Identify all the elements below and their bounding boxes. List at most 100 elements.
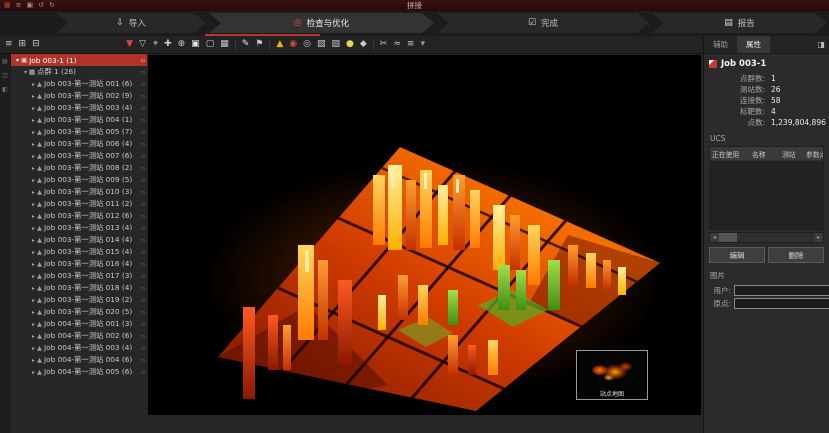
project-panel-icon[interactable]: ▤ (2, 58, 8, 65)
tree-row-visibility-icon[interactable]: ▫ (141, 369, 145, 376)
display-settings-icon[interactable]: ▢ (206, 40, 215, 49)
tree-item[interactable]: ▸ ▲ Job 003-第一测站 002 (9) ▫ (11, 90, 147, 102)
tree-row-visibility-icon[interactable]: ▫ (141, 309, 145, 316)
panel-layout-icon[interactable]: ◨ (817, 40, 829, 49)
tree-row-visibility-icon[interactable]: ▫ (141, 93, 145, 100)
workflow-tab[interactable]: ☑ 完成 (437, 13, 649, 33)
tree-row-visibility-icon[interactable]: ▫ (141, 57, 145, 64)
tree-item[interactable]: ▸ ▲ Job 003-第一测站 010 (3) ▫ (11, 186, 147, 198)
warning-marker-icon[interactable]: ▲ (276, 40, 283, 49)
tree-caret-icon[interactable]: ▸ (30, 81, 37, 88)
scrollbar-thumb[interactable] (719, 233, 737, 242)
tree-row-visibility-icon[interactable]: ▫ (141, 165, 145, 172)
tree-row-visibility-icon[interactable]: ▫ (141, 153, 145, 160)
tree-caret-icon[interactable]: ▸ (30, 297, 37, 304)
tree-caret-icon[interactable]: ▸ (30, 201, 37, 208)
tree-item[interactable]: ▸ ▲ Job 003-第一测站 005 (7) ▫ (11, 126, 147, 138)
tree-caret-icon[interactable]: ▸ (30, 309, 37, 316)
tree-caret-icon[interactable]: ▸ (30, 345, 37, 352)
tree-item[interactable]: ▾ ▣ Job 003-1 (1) ▫ (11, 54, 147, 66)
collapse-all-icon[interactable]: ⊟ (32, 40, 40, 49)
tree-caret-icon[interactable]: ▸ (30, 141, 37, 148)
views-panel-icon[interactable]: ◫ (2, 72, 8, 79)
tree-row-visibility-icon[interactable]: ▫ (141, 285, 145, 292)
tree-row-visibility-icon[interactable]: ▫ (141, 117, 145, 124)
tree-row-visibility-icon[interactable]: ▫ (141, 177, 145, 184)
tree-caret-icon[interactable]: ▸ (30, 333, 37, 340)
tree-item[interactable]: ▾ ▦ 点群 1 (26) ▫ (11, 66, 147, 78)
target-marker-icon[interactable]: ◉ (289, 40, 297, 49)
delete-button[interactable]: 删除 (768, 247, 824, 263)
workflow-tab[interactable]: ⇩ 导入 (56, 13, 206, 33)
tree-item[interactable]: ▸ ▲ Job 004-第一测站 001 (3) ▫ (11, 318, 147, 330)
tree-caret-icon[interactable]: ▸ (30, 93, 37, 100)
workflow-tab[interactable]: ▤ 报告 (652, 13, 827, 33)
tree-caret-icon[interactable]: ▸ (30, 321, 37, 328)
tree-item[interactable]: ▸ ▲ Job 003-第一测站 006 (4) ▫ (11, 138, 147, 150)
filter-icon[interactable]: ▽ (139, 40, 146, 49)
tree-caret-icon[interactable]: ▸ (30, 153, 37, 160)
tree-item[interactable]: ▸ ▲ Job 003-第一测站 011 (2) ▫ (11, 198, 147, 210)
main-viewport[interactable]: 站点地图 (148, 55, 701, 415)
toolbar-separator[interactable] (235, 40, 236, 50)
tree-item[interactable]: ▸ ▲ Job 003-第一测站 003 (4) ▫ (11, 102, 147, 114)
sphere-target-icon[interactable]: ◎ (303, 40, 311, 49)
tree-caret-icon[interactable]: ▸ (30, 177, 37, 184)
tree-item[interactable]: ▸ ▲ Job 003-第一测站 016 (4) ▫ (11, 258, 147, 270)
zoom-window-icon[interactable]: ⊕ (178, 40, 186, 49)
camera-icon[interactable]: ▣ (191, 40, 200, 49)
tree-caret-icon[interactable]: ▸ (30, 285, 37, 292)
cut-tool-icon[interactable]: ✂ (380, 40, 388, 49)
workflow-tab[interactable]: ◎ 检查与优化 (209, 13, 434, 33)
tree-item[interactable]: ▸ ▲ Job 003-第一测站 007 (6) ▫ (11, 150, 147, 162)
tree-caret-icon[interactable]: ▸ (30, 357, 37, 364)
tree-row-visibility-icon[interactable]: ▫ (141, 129, 145, 136)
user-field[interactable] (734, 285, 829, 296)
select-tool-icon[interactable]: ⌖ (153, 40, 158, 49)
ucs-horizontal-scrollbar[interactable]: ◂ ▸ (709, 232, 824, 243)
tree-caret-icon[interactable]: ▸ (30, 189, 37, 196)
tree-row-visibility-icon[interactable]: ▫ (141, 357, 145, 364)
tree-row-visibility-icon[interactable]: ▫ (141, 273, 145, 280)
layers-icon[interactable]: ≡ (407, 40, 415, 49)
tree-item[interactable]: ▸ ▲ Job 004-第一测站 005 (6) ▫ (11, 366, 147, 378)
tree-item[interactable]: ▸ ▲ Job 003-第一测站 004 (1) ▫ (11, 114, 147, 126)
tree-caret-icon[interactable]: ▸ (30, 237, 37, 244)
tree-item[interactable]: ▸ ▲ Job 003-第一测站 018 (4) ▫ (11, 282, 147, 294)
tree-item[interactable]: ▸ ▲ Job 003-第一测站 014 (4) ▫ (11, 234, 147, 246)
tree-row-visibility-icon[interactable]: ▫ (141, 201, 145, 208)
tree-item[interactable]: ▸ ▲ Job 003-第一测站 019 (2) ▫ (11, 294, 147, 306)
tree-caret-icon[interactable]: ▸ (30, 117, 37, 124)
tree-caret-icon[interactable]: ▸ (30, 165, 37, 172)
eraser-tool-icon[interactable]: ▨ (317, 40, 326, 49)
filter-active-icon[interactable]: ▼ (126, 40, 133, 49)
tree-item[interactable]: ▸ ▲ Job 004-第一测站 004 (6) ▫ (11, 354, 147, 366)
edit-button[interactable]: 编辑 (709, 247, 765, 263)
more-tools-dropdown-icon[interactable]: ▾ (420, 40, 425, 49)
tree-item[interactable]: ▸ ▲ Job 003-第一测站 008 (2) ▫ (11, 162, 147, 174)
tree-item[interactable]: ▸ ▲ Job 003-第一测站 001 (6) ▫ (11, 78, 147, 90)
tree-item[interactable]: ▸ ▲ Job 004-第一测站 003 (4) ▫ (11, 342, 147, 354)
tree-item[interactable]: ▸ ▲ Job 003-第一测站 017 (3) ▫ (11, 270, 147, 282)
toolbar-separator[interactable] (269, 40, 270, 50)
tree-item[interactable]: ▸ ▲ Job 004-第一测站 002 (6) ▫ (11, 330, 147, 342)
tree-row-visibility-icon[interactable]: ▫ (141, 141, 145, 148)
minimap[interactable]: 站点地图 (576, 350, 648, 400)
tree-caret-icon[interactable]: ▸ (30, 213, 37, 220)
annotation-flag-icon[interactable]: ⚑ (255, 40, 263, 49)
tree-caret-icon[interactable]: ▾ (14, 57, 21, 64)
panel-tab[interactable]: 辅助 (704, 36, 737, 53)
tree-item[interactable]: ▸ ▲ Job 003-第一测站 012 (6) ▫ (11, 210, 147, 222)
tree-row-visibility-icon[interactable]: ▫ (141, 345, 145, 352)
tree-row-visibility-icon[interactable]: ▫ (141, 333, 145, 340)
tree-list-icon[interactable]: ≡ (5, 40, 13, 49)
tree-row-visibility-icon[interactable]: ▫ (141, 105, 145, 112)
tree-row-visibility-icon[interactable]: ▫ (141, 237, 145, 244)
profile-tool-icon[interactable]: ≈ (393, 40, 401, 49)
light-bulb-icon[interactable]: ● (346, 40, 354, 49)
tree-caret-icon[interactable]: ▸ (30, 249, 37, 256)
tree-caret-icon[interactable]: ▸ (30, 129, 37, 136)
scrollbar-track[interactable] (719, 233, 814, 242)
tree-row-visibility-icon[interactable]: ▫ (141, 321, 145, 328)
tree-caret-icon[interactable]: ▸ (30, 261, 37, 268)
